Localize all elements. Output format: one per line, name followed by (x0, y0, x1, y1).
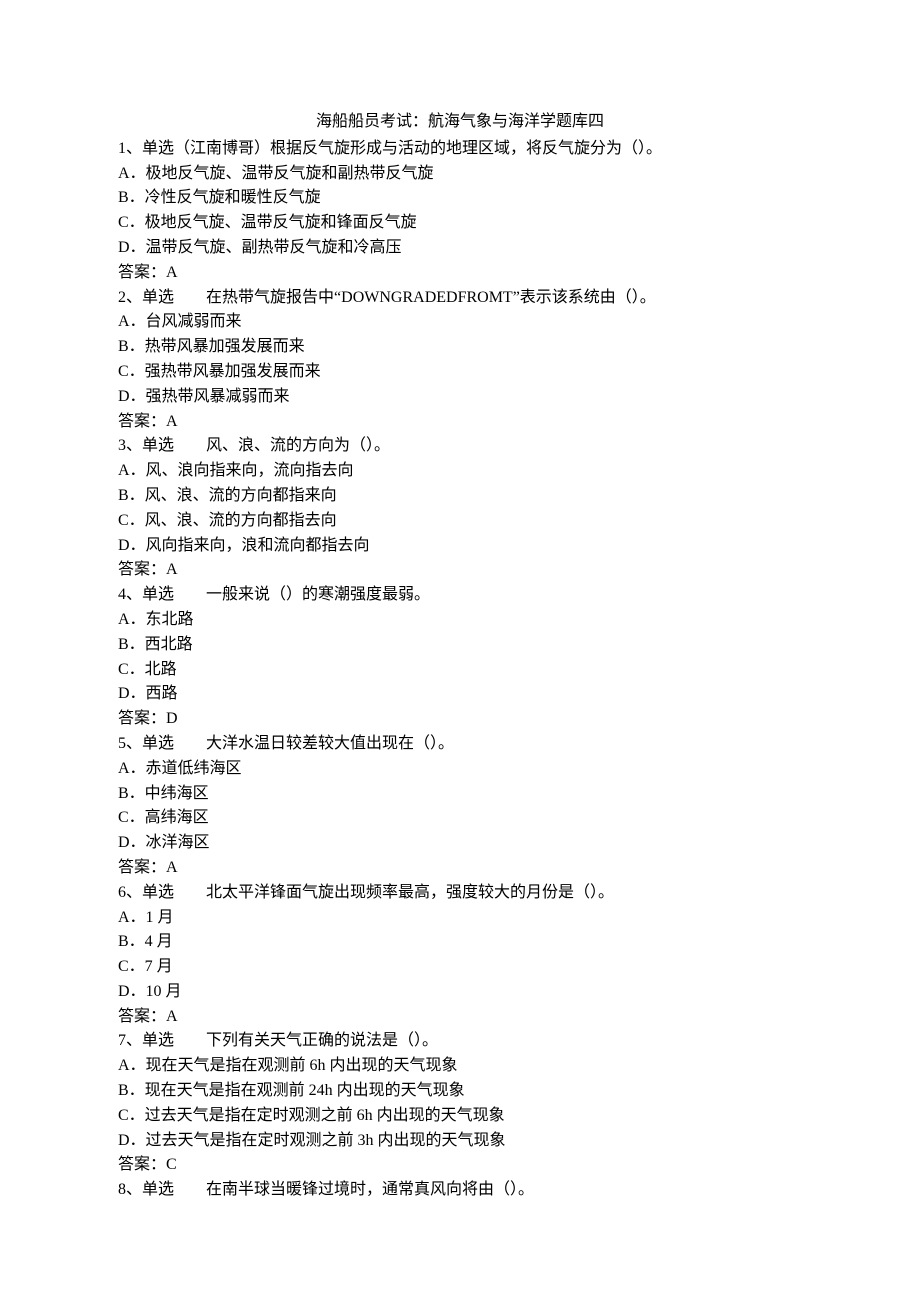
question-option: A．现在天气是指在观测前 6h 内出现的天气现象 (118, 1054, 802, 1079)
question-number: 1 (118, 140, 126, 157)
question-option: D．10 月 (118, 980, 802, 1005)
question-type: 单选 (142, 437, 174, 454)
question-option: B．现在天气是指在观测前 24h 内出现的天气现象 (118, 1079, 802, 1104)
question-answer: 答案：A (118, 558, 802, 583)
question-answer: 答案：D (118, 707, 802, 732)
question-option: A．东北路 (118, 608, 802, 633)
separator: 、 (126, 437, 142, 454)
question-option: D．西路 (118, 682, 802, 707)
question-text: 一般来说（）的寒潮强度最弱。 (206, 586, 430, 603)
question-option: B．中纬海区 (118, 782, 802, 807)
question-stem: 7、单选 下列有关天气正确的说法是（）。 (118, 1029, 802, 1054)
question-text: 根据反气旋形成与活动的地理区域，将反气旋分为（）。 (270, 140, 662, 157)
question-number: 2 (118, 289, 126, 306)
separator: 、 (126, 735, 142, 752)
question-option: B．热带风暴加强发展而来 (118, 335, 802, 360)
question-option: D．冰洋海区 (118, 831, 802, 856)
question-type: 单选 (142, 586, 174, 603)
question-type: 单选 (142, 289, 174, 306)
question-stem: 2、单选 在热带气旋报告中“DOWNGRADEDFROMT”表示该系统由（）。 (118, 286, 802, 311)
question-type: 单选 (142, 1181, 174, 1198)
document-title: 海船船员考试：航海气象与海洋学题库四 (118, 110, 802, 135)
question-text: 下列有关天气正确的说法是（）。 (206, 1032, 438, 1049)
question-type: 单选 (142, 140, 174, 157)
question-option: C．过去天气是指在定时观测之前 6h 内出现的天气现象 (118, 1104, 802, 1129)
question-number: 6 (118, 884, 126, 901)
question-answer: 答案：A (118, 261, 802, 286)
question-text: 在热带气旋报告中“DOWNGRADEDFROMT”表示该系统由（）。 (206, 289, 656, 306)
question-number: 7 (118, 1032, 126, 1049)
question-option: D．过去天气是指在定时观测之前 3h 内出现的天气现象 (118, 1129, 802, 1154)
question-type: 单选 (142, 735, 174, 752)
question-type: 单选 (142, 1032, 174, 1049)
question-stem: 3、单选 风、浪、流的方向为（）。 (118, 434, 802, 459)
question-option: A．极地反气旋、温带反气旋和副热带反气旋 (118, 162, 802, 187)
question-answer: 答案：A (118, 1005, 802, 1030)
document-page: 海船船员考试：航海气象与海洋学题库四 1、单选（江南博哥）根据反气旋形成与活动的… (0, 0, 920, 1302)
question-stem: 1、单选（江南博哥）根据反气旋形成与活动的地理区域，将反气旋分为（）。 (118, 137, 802, 162)
separator: 、 (126, 884, 142, 901)
separator: 、 (126, 586, 142, 603)
question-text: 风、浪、流的方向为（）。 (206, 437, 390, 454)
gap (174, 437, 206, 454)
question-option: B．4 月 (118, 930, 802, 955)
question-stem: 5、单选 大洋水温日较差较大值出现在（）。 (118, 732, 802, 757)
question-option: C．强热带风暴加强发展而来 (118, 360, 802, 385)
gap (174, 884, 206, 901)
gap (174, 735, 206, 752)
question-option: B．风、浪、流的方向都指来向 (118, 484, 802, 509)
question-text: 大洋水温日较差较大值出现在（）。 (206, 735, 454, 752)
question-type: 单选 (142, 884, 174, 901)
gap (174, 586, 206, 603)
question-answer: 答案：A (118, 856, 802, 881)
question-option: A．1 月 (118, 906, 802, 931)
question-text: 在南半球当暖锋过境时，通常真风向将由（）。 (206, 1181, 534, 1198)
question-list: 1、单选（江南博哥）根据反气旋形成与活动的地理区域，将反气旋分为（）。A．极地反… (118, 137, 802, 1203)
gap (174, 289, 206, 306)
question-option: B．冷性反气旋和暖性反气旋 (118, 186, 802, 211)
separator: 、 (126, 289, 142, 306)
question-option: C．风、浪、流的方向都指去向 (118, 509, 802, 534)
question-option: B．西北路 (118, 633, 802, 658)
question-stem: 4、单选 一般来说（）的寒潮强度最弱。 (118, 583, 802, 608)
question-answer: 答案：A (118, 410, 802, 435)
question-option: D．温带反气旋、副热带反气旋和冷高压 (118, 236, 802, 261)
question-option: C．北路 (118, 658, 802, 683)
separator: 、 (126, 1032, 142, 1049)
question-option: D．强热带风暴减弱而来 (118, 385, 802, 410)
question-option: C．7 月 (118, 955, 802, 980)
question-option: A．风、浪向指来向，流向指去向 (118, 459, 802, 484)
question-number: 3 (118, 437, 126, 454)
question-text: 北太平洋锋面气旋出现频率最高，强度较大的月份是（）。 (206, 884, 614, 901)
question-source: （江南博哥） (174, 140, 270, 157)
separator: 、 (126, 140, 142, 157)
question-stem: 6、单选 北太平洋锋面气旋出现频率最高，强度较大的月份是（）。 (118, 881, 802, 906)
gap (174, 1032, 206, 1049)
question-option: C．极地反气旋、温带反气旋和锋面反气旋 (118, 211, 802, 236)
question-option: C．高纬海区 (118, 806, 802, 831)
question-option: D．风向指来向，浪和流向都指去向 (118, 534, 802, 559)
separator: 、 (126, 1181, 142, 1198)
question-stem: 8、单选 在南半球当暖锋过境时，通常真风向将由（）。 (118, 1178, 802, 1203)
question-number: 8 (118, 1181, 126, 1198)
question-option: A．台风减弱而来 (118, 310, 802, 335)
question-option: A．赤道低纬海区 (118, 757, 802, 782)
gap (174, 1181, 206, 1198)
question-number: 5 (118, 735, 126, 752)
question-number: 4 (118, 586, 126, 603)
question-answer: 答案：C (118, 1153, 802, 1178)
